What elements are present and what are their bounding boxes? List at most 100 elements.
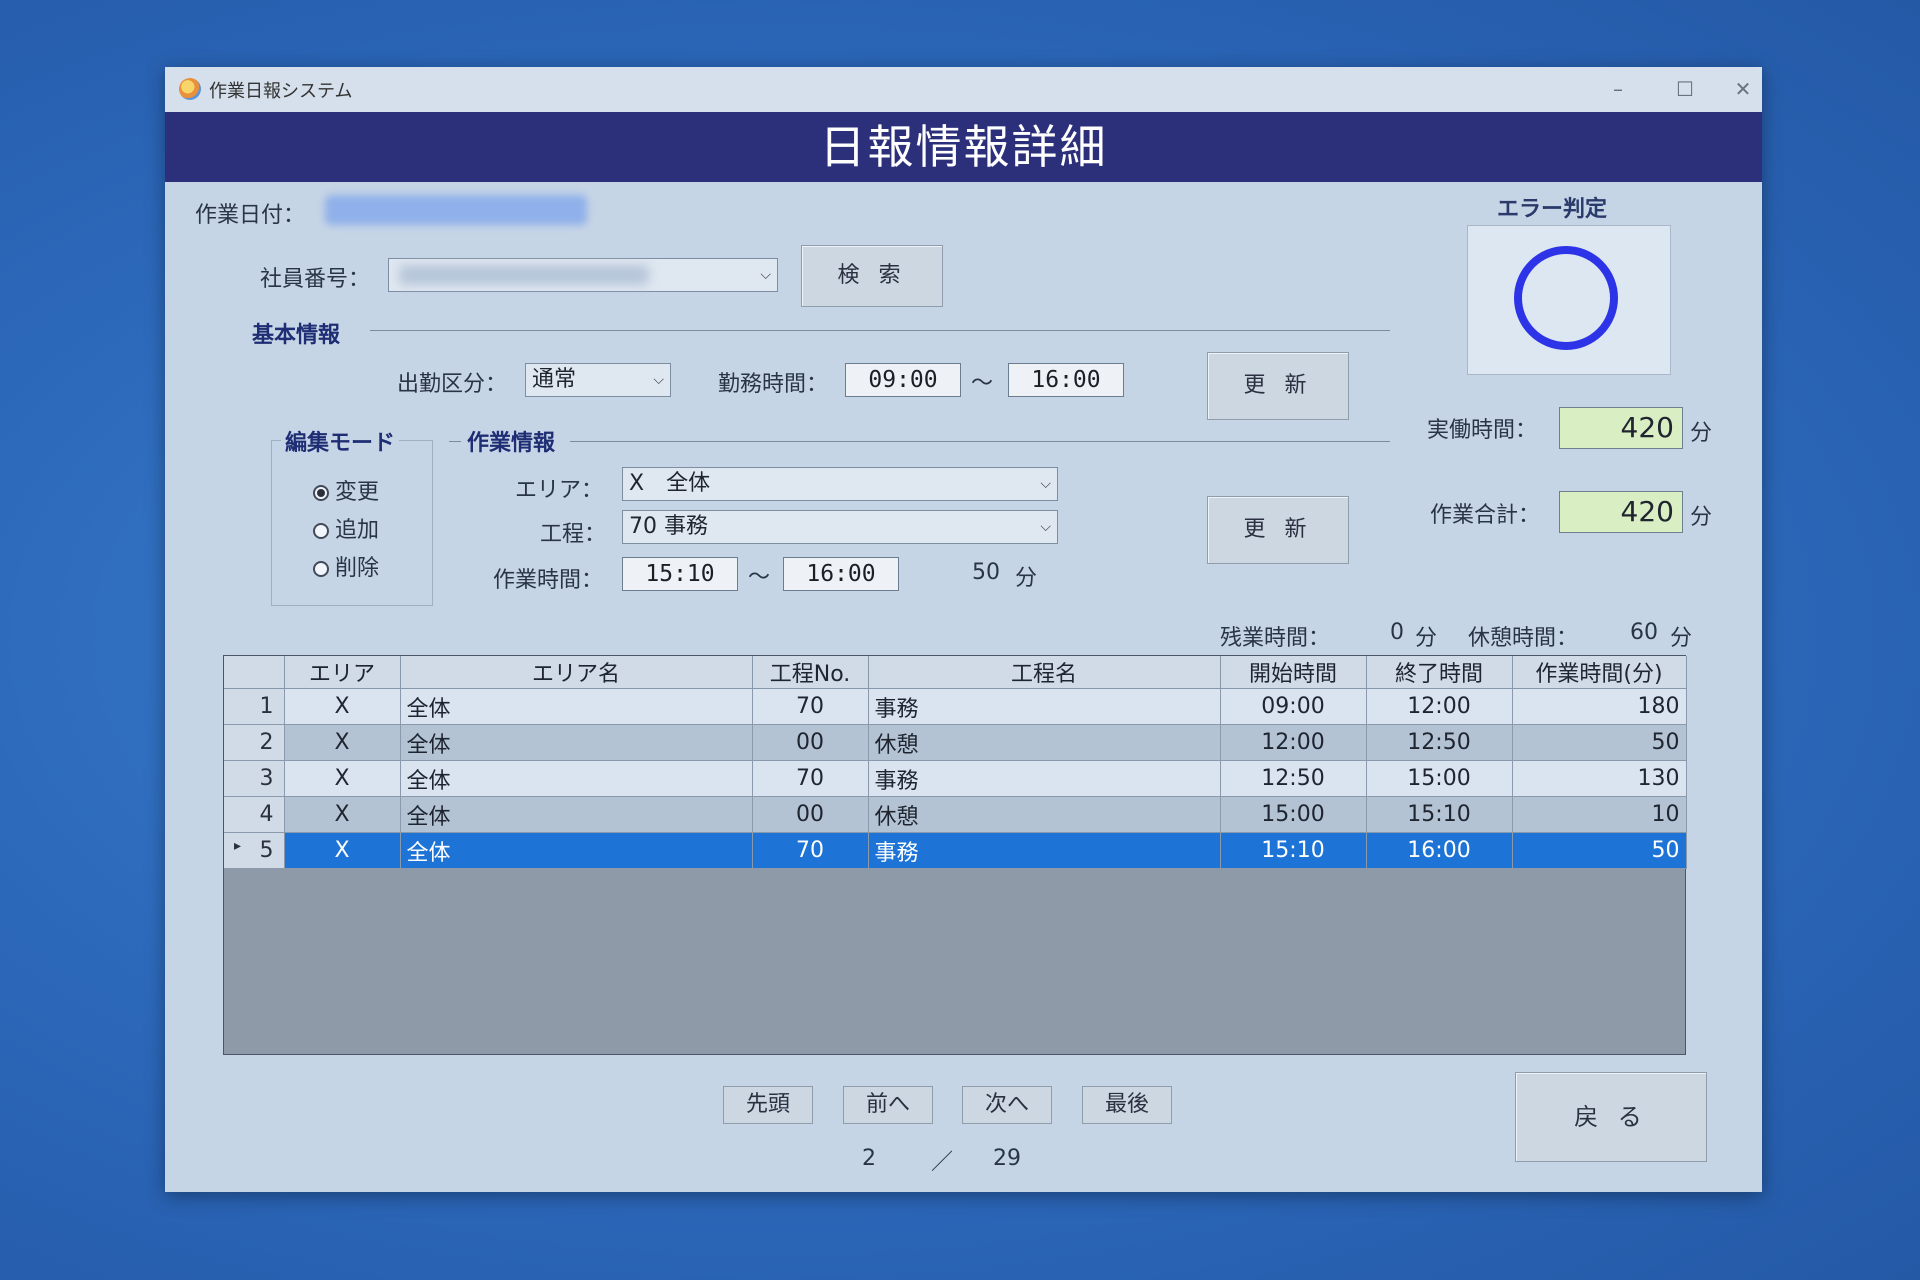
work-end-input[interactable]: 16:00: [1008, 363, 1124, 397]
attendance-type-label: 出勤区分：: [397, 372, 508, 397]
cell-area[interactable]: X: [284, 760, 401, 797]
cell-end-time[interactable]: 15:00: [1366, 760, 1513, 797]
cell-end-time[interactable]: 15:10: [1366, 796, 1513, 833]
table-row[interactable]: 3 X 全体 70 事務 12:50 15:00 130: [224, 760, 1687, 797]
edit-mode-delete-radio[interactable]: 削除: [313, 550, 379, 582]
break-time-unit: 分: [1670, 626, 1693, 651]
ok-circle-icon: [1514, 246, 1618, 350]
error-judgement-label: エラー判定: [1497, 197, 1608, 222]
back-button[interactable]: 戻 る: [1515, 1072, 1707, 1162]
cell-start-time[interactable]: 12:00: [1220, 724, 1367, 761]
actual-hours-value: 420: [1559, 407, 1683, 449]
work-records-grid[interactable]: エリア エリア名 工程No. 工程名 開始時間 終了時間 作業時間(分) 1 X…: [223, 655, 1687, 1055]
work-hours-tilde: 〜: [971, 371, 994, 396]
row-number[interactable]: ▸ 5: [224, 832, 285, 869]
first-record-button[interactable]: 先頭: [723, 1086, 813, 1124]
row-header-corner: [224, 656, 285, 689]
window-title: 作業日報システム: [209, 81, 353, 102]
cell-end-time[interactable]: 16:00: [1366, 832, 1513, 869]
cell-process-name[interactable]: 事務: [868, 760, 1221, 797]
basic-update-button[interactable]: 更 新: [1207, 352, 1349, 420]
current-page: 2: [862, 1146, 876, 1171]
cell-minutes[interactable]: 180: [1512, 688, 1687, 725]
page-title: 日報情報詳細: [165, 112, 1762, 182]
column-header[interactable]: 工程名: [868, 656, 1221, 689]
cell-start-time[interactable]: 09:00: [1220, 688, 1367, 725]
table-row-selected[interactable]: ▸ 5 X 全体 70 事務 15:10 16:00 50: [224, 832, 1687, 869]
error-judgement-panel: [1467, 225, 1671, 375]
row-number[interactable]: 2: [224, 724, 285, 761]
process-select[interactable]: 70 事務 ⌵: [622, 510, 1058, 544]
cell-area-name[interactable]: 全体: [400, 724, 753, 761]
column-header[interactable]: 終了時間: [1366, 656, 1513, 689]
cell-minutes[interactable]: 130: [1512, 760, 1687, 797]
cell-process-no[interactable]: 00: [752, 796, 869, 833]
attendance-type-select[interactable]: 通常 ⌵: [525, 363, 671, 397]
cell-area-name[interactable]: 全体: [400, 760, 753, 797]
column-header[interactable]: 開始時間: [1220, 656, 1367, 689]
cell-area[interactable]: X: [284, 688, 401, 725]
row-number[interactable]: 1: [224, 688, 285, 725]
basic-info-label: 基本情報: [252, 323, 341, 348]
row-number[interactable]: 4: [224, 796, 285, 833]
task-end-input[interactable]: 16:00: [783, 557, 899, 591]
cell-area-name[interactable]: 全体: [400, 832, 753, 869]
work-start-input[interactable]: 09:00: [845, 363, 961, 397]
app-icon: [179, 78, 201, 100]
cell-area[interactable]: X: [284, 796, 401, 833]
cell-start-time[interactable]: 15:10: [1220, 832, 1367, 869]
chevron-down-icon: ⌵: [1040, 476, 1051, 492]
table-row[interactable]: 1 X 全体 70 事務 09:00 12:00 180: [224, 688, 1687, 725]
work-update-button[interactable]: 更 新: [1207, 496, 1349, 564]
radio-unchecked-icon: [313, 561, 329, 577]
cell-process-name[interactable]: 休憩: [868, 796, 1221, 833]
column-header[interactable]: 作業時間(分): [1512, 656, 1687, 689]
cell-end-time[interactable]: 12:00: [1366, 688, 1513, 725]
work-total-label: 作業合計：: [1430, 503, 1541, 528]
chevron-down-icon: ⌵: [653, 372, 664, 388]
overtime-label: 残業時間：: [1220, 626, 1331, 651]
cell-process-name[interactable]: 事務: [868, 688, 1221, 725]
edit-mode-option: 追加: [335, 518, 380, 543]
cell-area[interactable]: X: [284, 724, 401, 761]
cell-process-name[interactable]: 休憩: [868, 724, 1221, 761]
cell-end-time[interactable]: 12:50: [1366, 724, 1513, 761]
table-row[interactable]: 4 X 全体 00 休憩 15:00 15:10 10: [224, 796, 1687, 833]
cell-area[interactable]: X: [284, 832, 401, 869]
work-date-label: 作業日付：: [195, 203, 306, 228]
column-header[interactable]: 工程No.: [752, 656, 869, 689]
area-label: エリア：: [515, 478, 604, 503]
employee-number-select[interactable]: ⌵: [388, 258, 778, 292]
area-select[interactable]: X 全体 ⌵: [622, 467, 1058, 501]
cell-minutes[interactable]: 50: [1512, 724, 1687, 761]
minimize-icon[interactable]: –: [1591, 71, 1645, 107]
column-header[interactable]: エリア名: [400, 656, 753, 689]
cell-start-time[interactable]: 12:50: [1220, 760, 1367, 797]
cell-process-no[interactable]: 70: [752, 832, 869, 869]
cell-process-no[interactable]: 70: [752, 688, 869, 725]
search-button[interactable]: 検 索: [801, 245, 943, 307]
column-header[interactable]: エリア: [284, 656, 401, 689]
cell-process-no[interactable]: 00: [752, 724, 869, 761]
row-number[interactable]: 3: [224, 760, 285, 797]
task-start-input[interactable]: 15:10: [622, 557, 738, 591]
edit-mode-change-radio[interactable]: 変更: [313, 474, 379, 506]
cell-minutes[interactable]: 50: [1512, 832, 1687, 869]
cell-area-name[interactable]: 全体: [400, 796, 753, 833]
maximize-icon[interactable]: ☐: [1658, 71, 1712, 107]
cell-minutes[interactable]: 10: [1512, 796, 1687, 833]
page-separator: ／: [931, 1150, 954, 1175]
cell-area-name[interactable]: 全体: [400, 688, 753, 725]
actual-hours-label: 実働時間：: [1427, 418, 1538, 443]
cell-process-name[interactable]: 事務: [868, 832, 1221, 869]
last-record-button[interactable]: 最後: [1082, 1086, 1172, 1124]
table-row[interactable]: 2 X 全体 00 休憩 12:00 12:50 50: [224, 724, 1687, 761]
radio-checked-icon: [313, 485, 329, 501]
cell-process-no[interactable]: 70: [752, 760, 869, 797]
prev-record-button[interactable]: 前へ: [843, 1086, 933, 1124]
edit-mode-add-radio[interactable]: 追加: [313, 512, 379, 544]
work-info-divider: [570, 441, 1390, 442]
next-record-button[interactable]: 次へ: [962, 1086, 1052, 1124]
cell-start-time[interactable]: 15:00: [1220, 796, 1367, 833]
close-icon[interactable]: ✕: [1725, 71, 1761, 107]
